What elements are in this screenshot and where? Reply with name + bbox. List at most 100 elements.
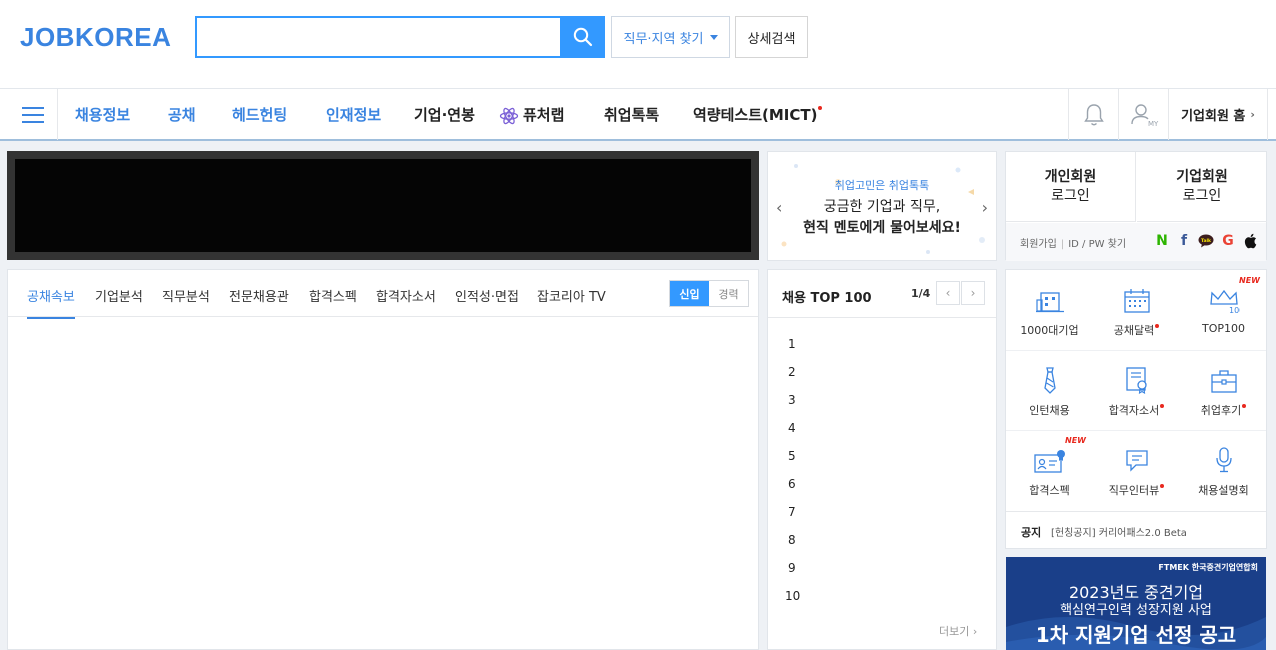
microphone-icon	[1215, 447, 1232, 473]
top100-prev-button[interactable]: ‹	[936, 281, 960, 305]
nav-item-open-recruit[interactable]: 공채	[168, 104, 196, 125]
rank-number: 9	[788, 561, 796, 575]
header: JOBKOREA 직무·지역 찾기 상세검색	[0, 0, 1276, 88]
rank-number: 6	[788, 477, 796, 491]
top100-more-link[interactable]: 더보기 ›	[939, 623, 977, 639]
service-1000-companies[interactable]: 1000대기업	[1006, 270, 1093, 350]
service-label: 합격자소서	[1108, 404, 1160, 417]
bell-icon	[1083, 103, 1104, 125]
rank-number: 1	[788, 337, 796, 351]
naver-login-icon[interactable]: N	[1154, 233, 1170, 249]
top100-page-indicator: 1/4	[911, 287, 931, 300]
nav-item-talent[interactable]: 인재정보	[326, 104, 381, 125]
service-job-review[interactable]: 취업후기	[1180, 350, 1267, 430]
apple-login-icon[interactable]	[1242, 233, 1258, 249]
new-dot	[818, 106, 823, 110]
my-page-button[interactable]: MY	[1118, 89, 1168, 140]
rank-number: 5	[788, 449, 796, 463]
search-button[interactable]	[560, 16, 605, 58]
nav-item-headhunting[interactable]: 헤드헌팅	[232, 104, 287, 125]
jobkorea-logo[interactable]: JOBKOREA	[20, 22, 171, 53]
career-level-toggle: 신입 경력	[669, 280, 749, 307]
nav-item-talktalk[interactable]: 취업톡톡	[604, 104, 659, 125]
certificate-icon	[1125, 367, 1147, 394]
search-box	[195, 16, 560, 58]
rank-number: 7	[788, 505, 796, 519]
service-label: 채용설명회	[1198, 484, 1249, 497]
atom-icon	[499, 107, 519, 124]
corporate-login-sub: 로그인	[1182, 187, 1222, 204]
tab-job-analysis[interactable]: 직무분석	[162, 286, 210, 305]
fkmek-ad-banner[interactable]: FTMEK 한국중견기업연합회 2023년도 중견기업 핵심연구인력 성장지원 …	[1006, 557, 1266, 650]
hamburger-menu-icon[interactable]	[8, 89, 58, 140]
rank-number: 8	[788, 533, 796, 547]
facebook-login-icon[interactable]: f	[1176, 233, 1192, 249]
service-recruit-briefing[interactable]: 채용설명회	[1180, 430, 1267, 510]
briefcase-icon	[1210, 370, 1237, 393]
talktalk-promo-banner[interactable]: ‹ › 취업고민은 취업톡톡 궁금한 기업과 직무, 현직 멘토에게 물어보세요…	[767, 151, 997, 261]
corporate-home-link[interactable]: 기업회원 홈 ›	[1168, 89, 1268, 140]
rank-number: 10	[785, 589, 801, 603]
google-login-icon[interactable]: G	[1220, 233, 1236, 249]
service-top100[interactable]: NEW 100 TOP100	[1180, 270, 1267, 350]
recruit-top100-panel: 채용 TOP 100 1/4 ‹ › 1 2 3 4 5 6 7 8 9 10 …	[767, 269, 997, 650]
rank-number: 2	[788, 365, 796, 379]
personal-login-title: 개인회원	[1044, 168, 1097, 185]
notice-label: 공지	[1021, 526, 1042, 539]
notice-bar: 공지 [헌칭공지] 커리어패스2.0 Beta	[1006, 511, 1266, 550]
service-label: 취업후기	[1200, 404, 1242, 417]
corporate-login-title: 기업회원	[1176, 168, 1228, 185]
toggle-experienced[interactable]: 경력	[709, 281, 748, 306]
ad-line2: 핵심연구인력 성장지원 사업	[1060, 603, 1212, 618]
nav-item-mict[interactable]: 역량테스트(MICT)	[693, 104, 823, 125]
service-label: 직무인터뷰	[1108, 484, 1160, 497]
tab-specialized-recruit[interactable]: 전문채용관	[229, 286, 289, 305]
crown-icon: 100	[1209, 289, 1240, 314]
corporate-login-button[interactable]: 기업회원 로그인	[1137, 152, 1267, 222]
service-intern[interactable]: 인턴채용	[1006, 350, 1093, 430]
tab-pass-essay[interactable]: 합격자소서	[376, 286, 436, 305]
nav-item-futurelab-label: 퓨처랩	[523, 106, 565, 124]
caret-down-icon	[709, 34, 718, 40]
notice-text[interactable]: [헌칭공지] 커리어패스2.0 Beta	[1051, 524, 1187, 539]
personal-login-button[interactable]: 개인회원 로그인	[1006, 152, 1136, 222]
rank-number: 3	[788, 393, 796, 407]
nav-item-futurelab[interactable]: 퓨처랩	[499, 104, 564, 126]
promo-line2: 궁금한 기업과 직무,	[823, 199, 941, 215]
notification-button[interactable]	[1068, 89, 1118, 140]
service-label: 합격스펙	[1029, 484, 1070, 497]
rank-number: 4	[788, 421, 796, 435]
service-recruit-calendar[interactable]: 공채달력	[1093, 270, 1180, 350]
login-links-bar: 회원가입 | ID / PW 찾기 N f Talk G	[1006, 223, 1266, 261]
job-region-filter-button[interactable]: 직무·지역 찾기	[611, 16, 730, 58]
find-id-pw-link[interactable]: ID / PW 찾기	[1068, 239, 1126, 250]
search-input[interactable]	[197, 18, 560, 56]
kakao-login-icon[interactable]: Talk	[1198, 233, 1214, 249]
detail-search-button[interactable]: 상세검색	[735, 16, 808, 58]
id-card-icon	[1033, 450, 1065, 473]
ad-brand: FTMEK 한국중견기업연합회	[1158, 563, 1258, 572]
services-panel: 1000대기업 공채달력 NEW 100 TOP100 인턴채용 합격자소서 취…	[1005, 269, 1267, 549]
toggle-entry-level[interactable]: 신입	[670, 281, 709, 306]
signup-link[interactable]: 회원가입	[1020, 239, 1057, 250]
service-pass-spec[interactable]: NEW 합격스펙	[1006, 430, 1093, 510]
nav-item-recruit[interactable]: 채용정보	[75, 104, 130, 125]
tab-pass-spec[interactable]: 합격스펙	[309, 286, 357, 305]
promo-line1: 취업고민은 취업톡톡	[834, 179, 930, 192]
tab-aptitude-interview[interactable]: 인적성·면접	[455, 286, 519, 305]
tab-open-recruit-news[interactable]: 공채속보	[27, 286, 75, 319]
corporate-home-label: 기업회원 홈	[1181, 109, 1246, 124]
svg-text:Talk: Talk	[1201, 238, 1212, 244]
service-job-interview[interactable]: 직무인터뷰	[1093, 430, 1180, 510]
main-banner[interactable]	[7, 151, 759, 260]
nav-item-company-salary[interactable]: 기업·연봉	[414, 104, 475, 125]
job-region-filter-label: 직무·지역 찾기	[623, 31, 704, 47]
service-pass-essay[interactable]: 합격자소서	[1093, 350, 1180, 430]
tab-company-analysis[interactable]: 기업분석	[95, 286, 143, 305]
tab-jobkorea-tv[interactable]: 잡코리아 TV	[537, 286, 606, 305]
top100-next-button[interactable]: ›	[961, 281, 985, 305]
news-tabs: 공채속보 기업분석 직무분석 전문채용관 합격스펙 합격자소서 인적성·면접 잡…	[8, 270, 758, 319]
building-icon	[1035, 292, 1064, 313]
login-panel: 개인회원 로그인 기업회원 로그인 회원가입 | ID / PW 찾기 N f Ta…	[1005, 151, 1267, 261]
promo-line3: 현직 멘토에게 물어보세요!	[803, 220, 961, 236]
